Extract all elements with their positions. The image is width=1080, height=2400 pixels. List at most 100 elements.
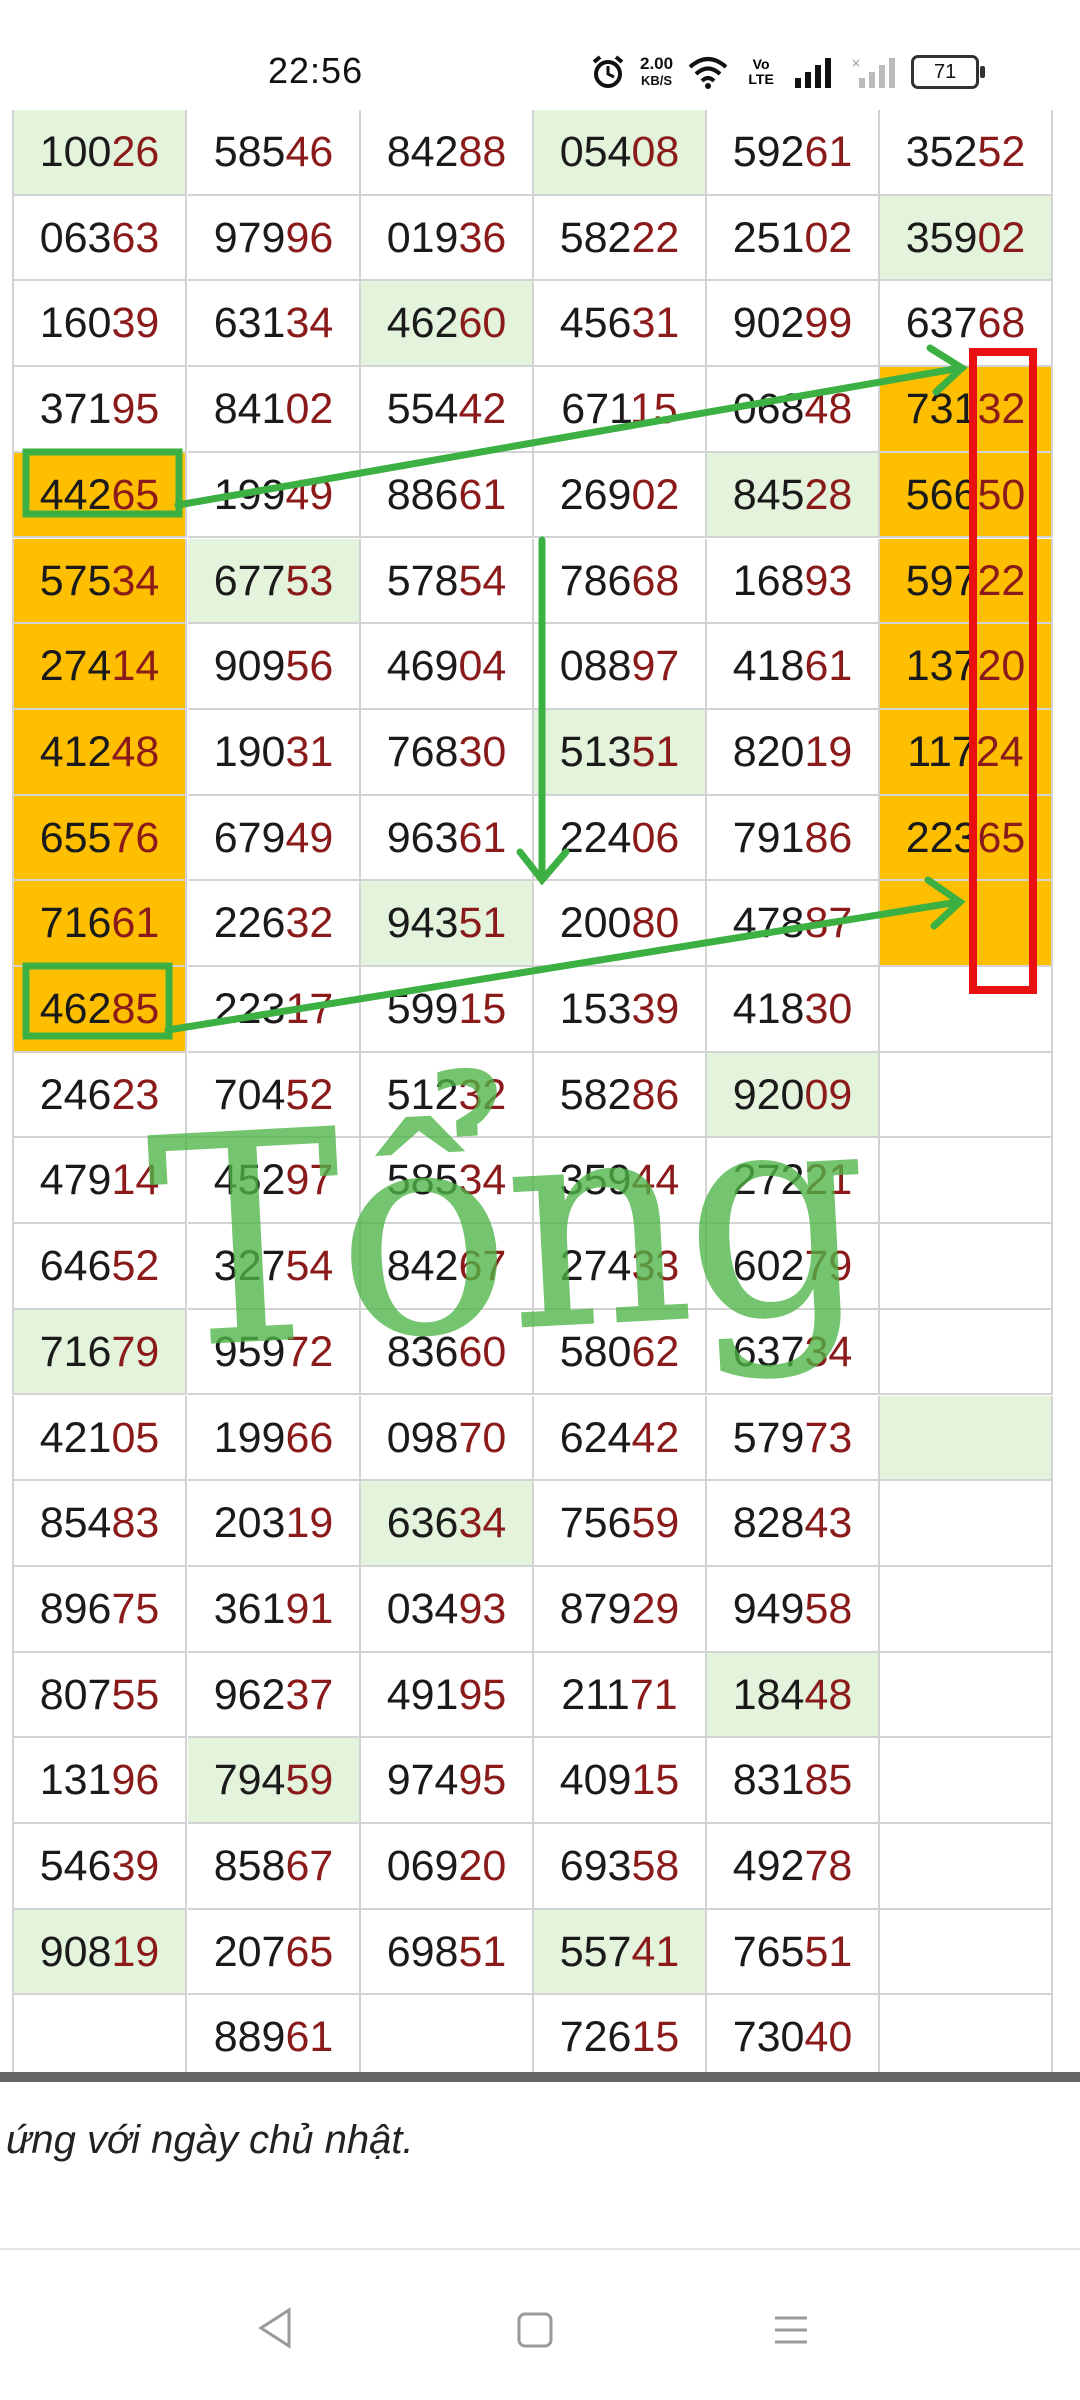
- cell-head-digits: 019: [386, 213, 459, 262]
- back-button[interactable]: [240, 2300, 310, 2370]
- table-row: 71679 95972 83660 58062 63734: [0, 1309, 1080, 1396]
- cell-head-digits: 469: [386, 642, 459, 691]
- cell-head-digits: 959: [213, 1327, 286, 1376]
- table-row: 47914 45297 58534 35944 27221: [0, 1138, 1080, 1225]
- table-cell: 55442: [361, 367, 534, 453]
- cell-tail-digits: 32: [285, 899, 334, 948]
- cell-tail-digits: 15: [631, 1756, 680, 1805]
- cell-head-digits: 421: [39, 1413, 112, 1462]
- cell-head-digits: 069: [386, 1842, 459, 1890]
- table-row: 90819 20765 69851 55741 76551: [0, 1909, 1080, 1996]
- row-gutter-right: [1052, 967, 1080, 1053]
- table-cell: 94958: [707, 1566, 880, 1653]
- table-cell: 51232: [361, 1052, 534, 1139]
- table-row: 06363 97996 01936 58222 25102 35902: [0, 195, 1080, 282]
- table-cell: 76830: [361, 709, 534, 796]
- table-bottom-divider: [0, 2072, 1080, 2082]
- row-gutter: [0, 624, 14, 710]
- cell-tail-digits: 44: [631, 1156, 680, 1205]
- alarm-icon: [592, 55, 624, 88]
- cell-head-digits: 184: [732, 1670, 805, 1719]
- cell-tail-digits: 58: [631, 1842, 680, 1890]
- table-cell: 71679: [14, 1309, 187, 1396]
- cell-tail-digits: 20: [458, 1842, 507, 1890]
- table-cell: [361, 1995, 534, 2072]
- svg-text:×: ×: [851, 56, 861, 70]
- cell-head-digits: 579: [732, 1413, 805, 1462]
- table-cell: 62442: [534, 1395, 707, 1482]
- table-cell: 84267: [361, 1224, 534, 1310]
- table-cell: 46285: [14, 967, 187, 1053]
- table-cell: 84102: [188, 367, 361, 453]
- cell-tail-digits: 63: [111, 213, 160, 262]
- cell-head-digits: 889: [213, 2013, 286, 2062]
- cell-head-digits: 034: [386, 1584, 459, 1633]
- table-cell: 67115: [534, 367, 707, 453]
- cell-tail-digits: 72: [285, 1327, 334, 1376]
- status-icons: 2.00 KB/S Vo LTE × 71: [590, 50, 986, 94]
- cell-tail-digits: 04: [458, 642, 507, 691]
- cell-tail-digits: 78: [804, 1842, 853, 1890]
- row-gutter-right: [1052, 1910, 1080, 1996]
- cell-head-digits: 730: [732, 2013, 805, 2062]
- table-cell: 44265: [14, 452, 187, 539]
- table-cell: 65576: [14, 795, 187, 882]
- home-button[interactable]: [500, 2300, 570, 2370]
- table-cell: 73132: [880, 367, 1053, 453]
- table-cell: 57854: [361, 538, 534, 625]
- cell-head-digits: 920: [732, 1070, 805, 1119]
- cell-tail-digits: 51: [804, 1927, 853, 1976]
- cell-tail-digits: 54: [458, 556, 507, 605]
- row-gutter-right: [1052, 1138, 1080, 1224]
- cell-tail-digits: 48: [111, 727, 160, 776]
- table-cell: 58062: [534, 1309, 707, 1396]
- table-cell: 96237: [188, 1652, 361, 1739]
- cell-head-digits: 631: [213, 299, 286, 348]
- table-cell: 10026: [14, 110, 187, 196]
- cell-head-digits: 637: [732, 1327, 805, 1376]
- cell-tail-digits: 15: [631, 2013, 680, 2062]
- cell-head-digits: 716: [39, 899, 112, 948]
- table-cell: 21171: [534, 1652, 707, 1739]
- table-cell: 60279: [707, 1224, 880, 1310]
- cell-head-digits: 546: [39, 1842, 112, 1890]
- table-cell: 11724: [880, 709, 1053, 796]
- cell-tail-digits: 48: [804, 1670, 853, 1719]
- cell-tail-digits: 24: [975, 727, 1024, 776]
- menu-button[interactable]: [756, 2300, 826, 2370]
- table-cell: 37195: [14, 367, 187, 453]
- cell-tail-digits: 51: [631, 727, 680, 776]
- cell-tail-digits: 14: [111, 1156, 160, 1205]
- cell-tail-digits: 68: [631, 556, 680, 605]
- table-cell: [880, 1481, 1053, 1567]
- table-cell: 32754: [188, 1224, 361, 1310]
- cell-tail-digits: 14: [111, 642, 160, 691]
- table-cell: 54639: [14, 1824, 187, 1910]
- cell-tail-digits: 53: [285, 556, 334, 605]
- cell-head-digits: 636: [386, 1499, 459, 1548]
- cell-head-digits: 063: [39, 213, 112, 262]
- cell-tail-digits: 22: [977, 556, 1026, 605]
- cell-head-digits: 854: [39, 1499, 112, 1548]
- table-cell: 46260: [361, 281, 534, 368]
- row-gutter: [0, 1052, 14, 1139]
- cell-head-digits: 479: [39, 1156, 112, 1205]
- table-cell: 78668: [534, 538, 707, 625]
- cell-tail-digits: 17: [285, 985, 334, 1033]
- cell-head-digits: 886: [386, 470, 459, 519]
- cell-tail-digits: 32: [458, 1070, 507, 1119]
- table-row: 46285 22317 59915 15339 41830: [0, 967, 1080, 1053]
- cell-tail-digits: 79: [804, 1242, 853, 1291]
- cell-head-digits: 359: [559, 1156, 632, 1205]
- clock: 22:56: [268, 50, 364, 91]
- table-cell: 89675: [14, 1566, 187, 1653]
- table-row: 42105 19966 09870 62442 57973: [0, 1395, 1080, 1482]
- cell-head-digits: 896: [39, 1584, 112, 1633]
- cell-tail-digits: 43: [804, 1499, 853, 1548]
- table-cell: 75659: [534, 1481, 707, 1567]
- table-cell: 88661: [361, 452, 534, 539]
- cell-head-digits: 153: [559, 985, 632, 1033]
- cell-tail-digits: 86: [804, 813, 853, 862]
- table-row: 24623 70452 51232 58286 92009: [0, 1052, 1080, 1139]
- cell-head-digits: 677: [213, 556, 286, 605]
